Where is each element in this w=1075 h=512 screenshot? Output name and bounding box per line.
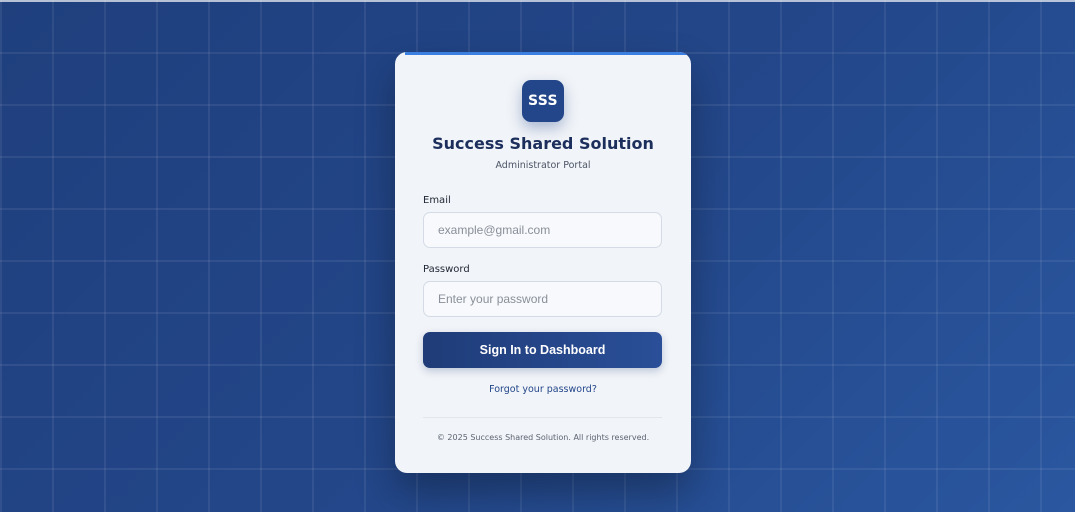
email-field[interactable] — [423, 212, 662, 248]
page-title: Success Shared Solution — [432, 134, 654, 153]
password-field[interactable] — [423, 281, 662, 317]
divider — [423, 417, 662, 418]
password-label: Password — [423, 264, 470, 275]
sign-in-button[interactable]: Sign In to Dashboard — [423, 332, 662, 368]
page-subtitle: Administrator Portal — [495, 160, 591, 171]
login-card: SSS Success Shared Solution Administrato… — [395, 52, 691, 473]
card-accent-bar — [405, 52, 691, 55]
email-label: Email — [423, 195, 451, 206]
forgot-password-link[interactable]: Forgot your password? — [395, 384, 691, 395]
brand-logo: SSS — [522, 80, 564, 122]
footer-copyright: © 2025 Success Shared Solution. All righ… — [436, 433, 650, 442]
top-edge — [0, 0, 1075, 2]
